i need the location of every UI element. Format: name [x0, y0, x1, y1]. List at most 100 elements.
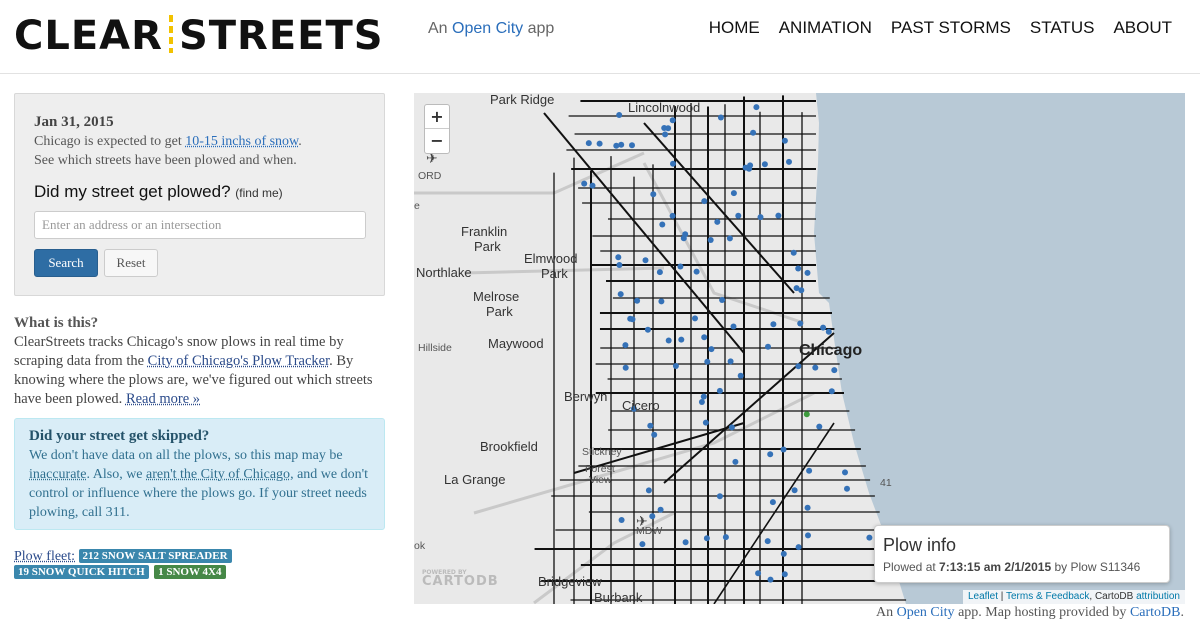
zoom-in-button[interactable]: +	[425, 105, 449, 129]
plow-marker[interactable]	[661, 125, 668, 131]
badge-salt-spreader[interactable]: 212 SNOW SALT SPREADER	[78, 549, 232, 563]
nav-status[interactable]: STATUS	[1030, 18, 1095, 38]
plow-marker[interactable]	[617, 291, 624, 298]
plow-marker[interactable]	[700, 393, 707, 400]
plow-marker[interactable]	[645, 487, 652, 494]
plow-marker[interactable]	[825, 328, 832, 335]
inaccurate-link[interactable]: inaccurate	[29, 467, 87, 482]
plow-marker[interactable]	[780, 446, 787, 453]
plow-marker[interactable]	[737, 372, 744, 379]
plow-marker[interactable]	[622, 342, 629, 349]
plow-marker[interactable]	[717, 114, 724, 121]
plow-marker[interactable]	[764, 538, 771, 545]
plow-marker[interactable]	[698, 399, 705, 405]
plow-marker[interactable]	[816, 423, 823, 430]
plow-marker[interactable]	[795, 265, 802, 272]
plow-marker[interactable]	[618, 517, 625, 523]
plow-marker[interactable]	[786, 158, 792, 165]
plow-marker[interactable]	[753, 104, 760, 111]
plow-marker[interactable]	[726, 235, 733, 242]
plow-marker[interactable]	[616, 112, 623, 118]
zoom-out-button[interactable]: −	[425, 129, 449, 153]
plow-marker[interactable]	[806, 467, 813, 474]
plow-marker[interactable]	[658, 298, 665, 305]
plow-marker[interactable]	[844, 485, 850, 492]
plow-marker[interactable]	[797, 320, 804, 327]
plow-marker[interactable]	[665, 337, 672, 344]
plow-marker[interactable]	[629, 316, 636, 323]
plow-marker[interactable]	[701, 198, 708, 205]
plow-marker[interactable]	[682, 539, 689, 546]
plow-marker[interactable]	[639, 541, 646, 548]
plow-marker[interactable]	[719, 297, 726, 303]
plow-marker[interactable]	[757, 214, 764, 221]
plow-marker[interactable]	[761, 161, 768, 168]
plow-marker[interactable]	[716, 493, 723, 500]
plow-marker[interactable]	[647, 422, 654, 429]
plow-marker[interactable]	[692, 315, 698, 322]
plow-marker[interactable]	[804, 269, 811, 276]
plow-marker[interactable]	[670, 160, 676, 167]
plow-marker[interactable]	[649, 513, 656, 520]
plow-marker[interactable]	[780, 550, 787, 557]
plow-marker[interactable]	[678, 336, 685, 343]
terms-feedback-link[interactable]: Terms & Feedback	[1006, 591, 1089, 602]
plow-marker[interactable]	[803, 411, 810, 418]
plow-marker[interactable]	[866, 534, 873, 541]
footer-open-city-link[interactable]: Open City	[897, 605, 955, 620]
plow-marker[interactable]	[708, 346, 715, 353]
not-city-link[interactable]: aren't the City of Chicago	[146, 467, 290, 482]
plow-marker[interactable]	[750, 129, 757, 136]
plow-marker[interactable]	[820, 324, 827, 331]
plow-marker[interactable]	[616, 262, 623, 268]
plow-marker[interactable]	[693, 268, 700, 275]
plow-marker[interactable]	[728, 424, 735, 431]
plow-marker[interactable]	[642, 257, 649, 264]
plow-marker[interactable]	[634, 297, 641, 304]
plow-marker[interactable]	[644, 326, 651, 333]
plow-marker[interactable]	[732, 458, 739, 465]
plow-marker[interactable]	[804, 504, 811, 511]
plow-marker[interactable]	[775, 212, 782, 219]
plow-marker[interactable]	[793, 285, 800, 292]
plow-tracker-link[interactable]: City of Chicago's Plow Tracker	[148, 353, 329, 369]
plow-marker[interactable]	[795, 363, 802, 370]
address-search-input[interactable]	[34, 211, 366, 239]
plow-marker[interactable]	[765, 343, 771, 350]
plow-marker[interactable]	[581, 180, 588, 187]
plow-marker[interactable]	[669, 117, 676, 124]
search-button[interactable]: Search	[34, 249, 98, 277]
plow-marker[interactable]	[650, 191, 657, 198]
plow-marker[interactable]	[781, 571, 788, 578]
plow-marker[interactable]	[769, 499, 776, 506]
read-more-link[interactable]: Read more »	[126, 391, 200, 407]
plow-marker[interactable]	[596, 140, 603, 147]
plow-marker[interactable]	[730, 190, 737, 197]
plow-marker[interactable]	[589, 182, 596, 189]
plow-marker[interactable]	[716, 387, 723, 394]
plow-marker[interactable]	[680, 235, 687, 242]
plow-marker[interactable]	[677, 263, 684, 270]
reset-button[interactable]: Reset	[104, 249, 158, 277]
plow-marker[interactable]	[812, 364, 819, 371]
plow-marker[interactable]	[656, 269, 663, 276]
plow-marker[interactable]	[735, 212, 742, 219]
attribution-link[interactable]: attribution	[1136, 591, 1180, 602]
plow-marker[interactable]	[615, 254, 622, 261]
site-logo[interactable]: CLEAR STREETS	[14, 12, 384, 60]
plow-marker[interactable]	[701, 334, 708, 341]
plow-marker[interactable]	[703, 535, 710, 542]
footer-cartodb-link[interactable]: CartoDB	[1130, 605, 1181, 620]
plow-marker[interactable]	[722, 534, 729, 541]
plow-marker[interactable]	[672, 363, 679, 369]
plow-marker[interactable]	[727, 358, 734, 365]
snow-amount-link[interactable]: 10-15 inchs of snow	[185, 134, 298, 149]
plow-marker[interactable]	[790, 249, 797, 256]
plow-marker[interactable]	[657, 506, 664, 513]
plow-marker[interactable]	[791, 487, 798, 494]
plow-marker[interactable]	[622, 364, 629, 371]
plow-map[interactable]: ✈ ✈ + − Park Ridge Lincolnwood ORD e Fra…	[414, 93, 1185, 604]
nav-home[interactable]: HOME	[709, 18, 760, 38]
plow-marker[interactable]	[755, 570, 762, 577]
plow-marker[interactable]	[613, 142, 620, 149]
